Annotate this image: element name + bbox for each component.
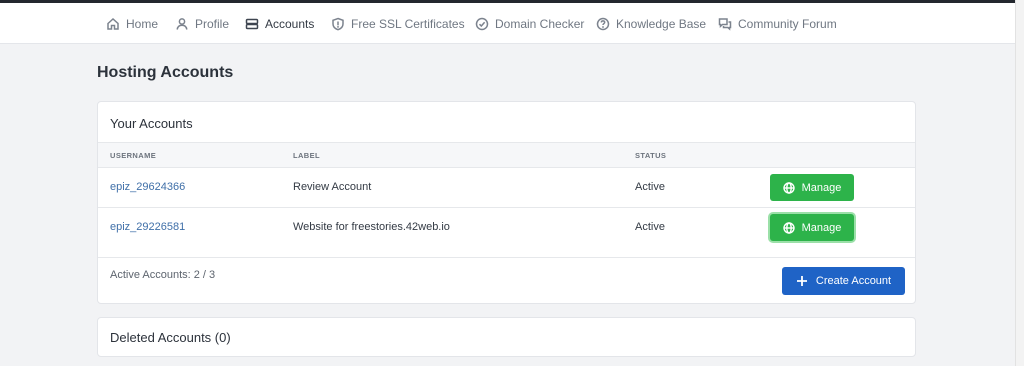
deleted-accounts-title: Deleted Accounts (0) [110,330,231,345]
chat-icon [718,17,732,31]
column-status: STATUS [635,151,667,160]
account-username-link[interactable]: epiz_29226581 [110,221,185,233]
your-accounts-card: Your Accounts USERNAME LABEL STATUS epiz… [97,101,916,304]
table-row: epiz_29226581 Website for freestories.42… [98,208,915,258]
account-status: Active [635,221,665,233]
nav-knowledge-base[interactable]: Knowledge Base [596,3,706,44]
accounts-table-header: USERNAME LABEL STATUS [98,142,915,168]
nav-knowledge-base-label: Knowledge Base [616,16,707,31]
account-username-link[interactable]: epiz_29624366 [110,181,185,193]
check-circle-icon [475,17,489,30]
globe-icon [782,221,795,234]
account-status: Active [635,181,665,193]
nav-accounts-label: Accounts [265,16,315,31]
user-icon [176,17,188,30]
nav-domain-checker-label: Domain Checker [495,16,585,31]
nav-community-forum[interactable]: Community Forum [718,3,837,44]
nav-home-label: Home [126,16,159,31]
nav-domain-checker[interactable]: Domain Checker [475,3,584,44]
scrollbar[interactable] [1015,0,1024,366]
create-account-button[interactable]: Create Account [782,267,905,295]
nav-profile[interactable]: Profile [175,3,229,44]
your-accounts-title: Your Accounts [110,116,193,131]
manage-button-label: Manage [801,221,842,234]
globe-icon [782,181,795,194]
nav-free-ssl[interactable]: Free SSL Certificates [331,3,465,44]
home-icon [107,17,119,30]
nav-accounts[interactable]: Accounts [245,3,314,44]
create-account-label: Create Account [815,275,892,287]
shield-icon [332,17,344,30]
table-row: epiz_29624366 Review Account Active Mana… [98,168,915,208]
manage-button-label: Manage [801,181,842,194]
manage-button[interactable]: Manage [770,214,854,241]
column-username: USERNAME [110,151,157,160]
account-label: Review Account [293,181,372,193]
nav-profile-label: Profile [195,16,230,31]
plus-icon [796,276,807,286]
deleted-accounts-card[interactable]: Deleted Accounts (0) [97,317,916,357]
active-accounts-count: Active Accounts: 2 / 3 [110,269,216,281]
nav-free-ssl-label: Free SSL Certificates [351,16,465,31]
account-label: Website for freestories.42web.io [293,221,450,233]
question-circle-icon [596,17,610,30]
page-title: Hosting Accounts [97,64,234,81]
nav-home[interactable]: Home [106,3,158,44]
nav-community-forum-label: Community Forum [738,16,837,31]
column-label: LABEL [293,151,320,160]
top-navbar: Home Profile Accounts Free SSL Certifica… [0,3,1015,44]
server-icon [245,18,259,29]
manage-button[interactable]: Manage [770,174,854,201]
